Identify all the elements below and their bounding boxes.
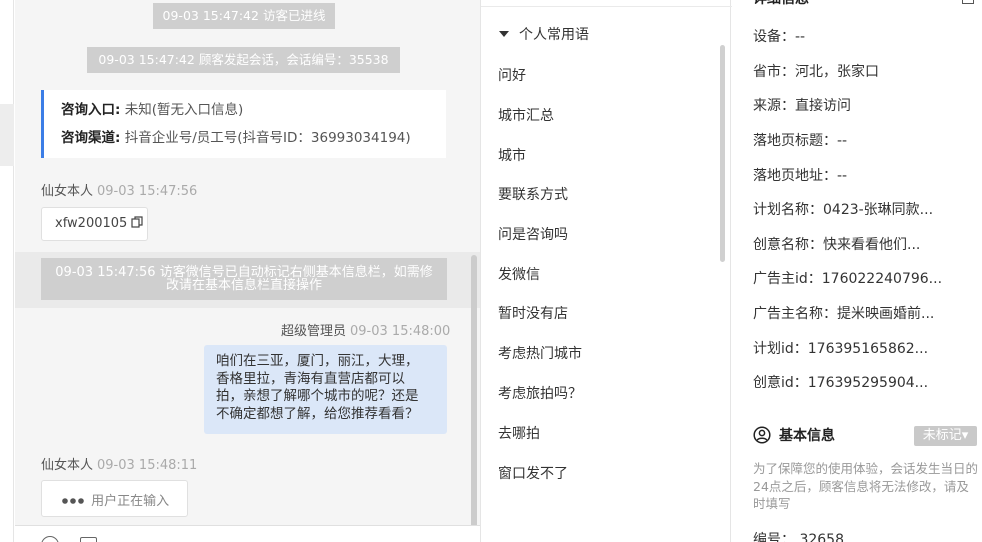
message-sender-1: 仙女本人 09-03 15:47:56 xyxy=(41,180,197,199)
typing-indicator: 用户正在输入 xyxy=(41,480,188,517)
message-line: 香格里拉，青海有直营店都可以 xyxy=(216,370,405,387)
sender-name: 超级管理员 xyxy=(281,324,347,339)
field-plan-name: 计划名称：0423-张琳同款... xyxy=(753,202,934,218)
typing-text: 用户正在输入 xyxy=(91,494,170,509)
sender-name: 仙女本人 xyxy=(41,458,94,473)
field-device: 设备：-- xyxy=(753,29,806,45)
system-line-2: 改请在基本信息栏直接操作 xyxy=(165,278,322,293)
typing-dots-icon xyxy=(62,498,84,504)
phrase-item[interactable]: 要联系方式 xyxy=(498,184,568,204)
phrase-item[interactable]: 问好 xyxy=(498,65,526,85)
field-province-city: 省市：河北，张家口 xyxy=(753,64,879,80)
left-strip xyxy=(0,0,14,542)
message-time: 09-03 15:48:11 xyxy=(97,458,198,473)
phrase-item[interactable]: 问是咨询吗 xyxy=(498,224,568,244)
edit-icon[interactable] xyxy=(962,0,974,4)
field-source: 来源：直接访问 xyxy=(753,98,851,114)
message-line: 不确定都想了解，给您推荐看看？ xyxy=(216,405,419,422)
image-icon[interactable] xyxy=(80,537,97,542)
phrase-item[interactable]: 暂时没有店 xyxy=(498,303,568,323)
system-message-visitor-entered: 09-03 15:47:42 访客已进线 xyxy=(153,3,335,29)
phrase-group-label: 个人常用语 xyxy=(519,27,589,43)
phrase-group-header[interactable]: 个人常用语 xyxy=(499,24,589,44)
input-toolbar xyxy=(15,525,480,542)
field-creative-name: 创意名称：快来看看他们... xyxy=(753,237,921,253)
phrase-item[interactable]: 窗口发不了 xyxy=(498,463,568,483)
message-sender-3: 仙女本人 09-03 15:48:11 xyxy=(41,454,197,473)
consult-entry-row: 咨询入口: 未知(暂无入口信息) xyxy=(61,96,446,124)
field-landing-url: 落地页地址：-- xyxy=(753,168,848,184)
basic-info-label: 基本信息 xyxy=(779,428,835,444)
basic-info-title: 基本信息 xyxy=(753,425,835,445)
phrase-item[interactable]: 考虑热门城市 xyxy=(498,343,582,363)
phrase-item[interactable]: 城市 xyxy=(498,145,526,165)
phrase-item[interactable]: 考虑旅拍吗？ xyxy=(498,383,582,403)
message-text: xfw200105 xyxy=(55,216,128,231)
basic-info-note: 为了保障您的使用体验，会话发生当日的24点之后，顾客信息将无法修改，请及时填写 xyxy=(753,461,979,511)
message-bubble-agent[interactable]: 咱们在三亚，厦门，丽江，大理， 香格里拉，青海有直营店都可以 拍，亲想了解哪个城… xyxy=(204,345,447,434)
field-creative-id: 创意id：176395295904... xyxy=(753,375,929,391)
chat-scrollbar[interactable] xyxy=(471,255,477,530)
phrase-item[interactable]: 发微信 xyxy=(498,264,540,284)
left-strip-active xyxy=(0,104,14,166)
copy-icon[interactable] xyxy=(131,216,144,228)
consult-channel-row: 咨询渠道: 抖音企业号/员工号(抖音号ID：36993034194) xyxy=(61,124,446,152)
phrase-item[interactable]: 去哪拍 xyxy=(498,423,540,443)
field-landing-title: 落地页标题：-- xyxy=(753,133,848,149)
emoji-icon[interactable] xyxy=(41,536,59,542)
message-time: 09-03 15:47:56 xyxy=(97,184,198,199)
message-line: 拍，亲想了解哪个城市的呢？还是 xyxy=(216,388,419,404)
field-advertiser-id: 广告主id：176022240796... xyxy=(753,271,943,287)
system-message-wechat-marked: 09-03 15:47:56 访客微信号已自动标记右侧基本信息栏，如需修 改请在… xyxy=(41,258,447,300)
field-plan-id: 计划id：176395165862... xyxy=(753,341,929,357)
message-time: 09-03 15:48:00 xyxy=(350,324,451,339)
mark-status-dropdown[interactable]: 未标记▾ xyxy=(914,426,977,446)
consult-entry-value: 未知(暂无入口信息) xyxy=(124,102,244,118)
detail-section-title: 详细信息 xyxy=(753,0,809,8)
field-number: 编号： 32658 xyxy=(753,532,844,542)
consult-info-card: 咨询入口: 未知(暂无入口信息) 咨询渠道: 抖音企业号/员工号(抖音号ID：3… xyxy=(41,90,446,158)
phrase-item[interactable]: 城市汇总 xyxy=(498,105,554,125)
field-advertiser-name: 广告主名称：提米映画婚前... xyxy=(753,306,935,322)
sender-name: 仙女本人 xyxy=(41,184,94,199)
system-message-session-started: 09-03 15:47:42 顾客发起会话，会话编号：35538 xyxy=(87,47,400,73)
person-circle-icon xyxy=(753,426,771,444)
consult-channel-value: 抖音企业号/员工号(抖音号ID：36993034194) xyxy=(124,130,411,146)
message-sender-2: 超级管理员 09-03 15:48:00 xyxy=(281,320,450,339)
consult-entry-label: 咨询入口: xyxy=(61,102,121,118)
consult-channel-label: 咨询渠道: xyxy=(61,130,121,146)
info-panel: 详细信息 设备：-- 省市：河北，张家口 来源：直接访问 落地页标题：-- 落地… xyxy=(732,0,982,542)
phrases-panel: 个人常用语 问好 城市汇总 城市 要联系方式 问是咨询吗 发微信 暂时没有店 考… xyxy=(480,0,732,542)
divider xyxy=(481,6,732,7)
message-line: 咱们在三亚，厦门，丽江，大理， xyxy=(216,353,419,369)
message-bubble-wechat-id[interactable]: xfw200105 xyxy=(41,207,148,241)
caret-down-icon xyxy=(499,31,509,37)
phrases-scrollbar[interactable] xyxy=(720,45,725,262)
chat-panel: 09-03 15:47:42 访客已进线 09-03 15:47:42 顾客发起… xyxy=(15,0,480,542)
